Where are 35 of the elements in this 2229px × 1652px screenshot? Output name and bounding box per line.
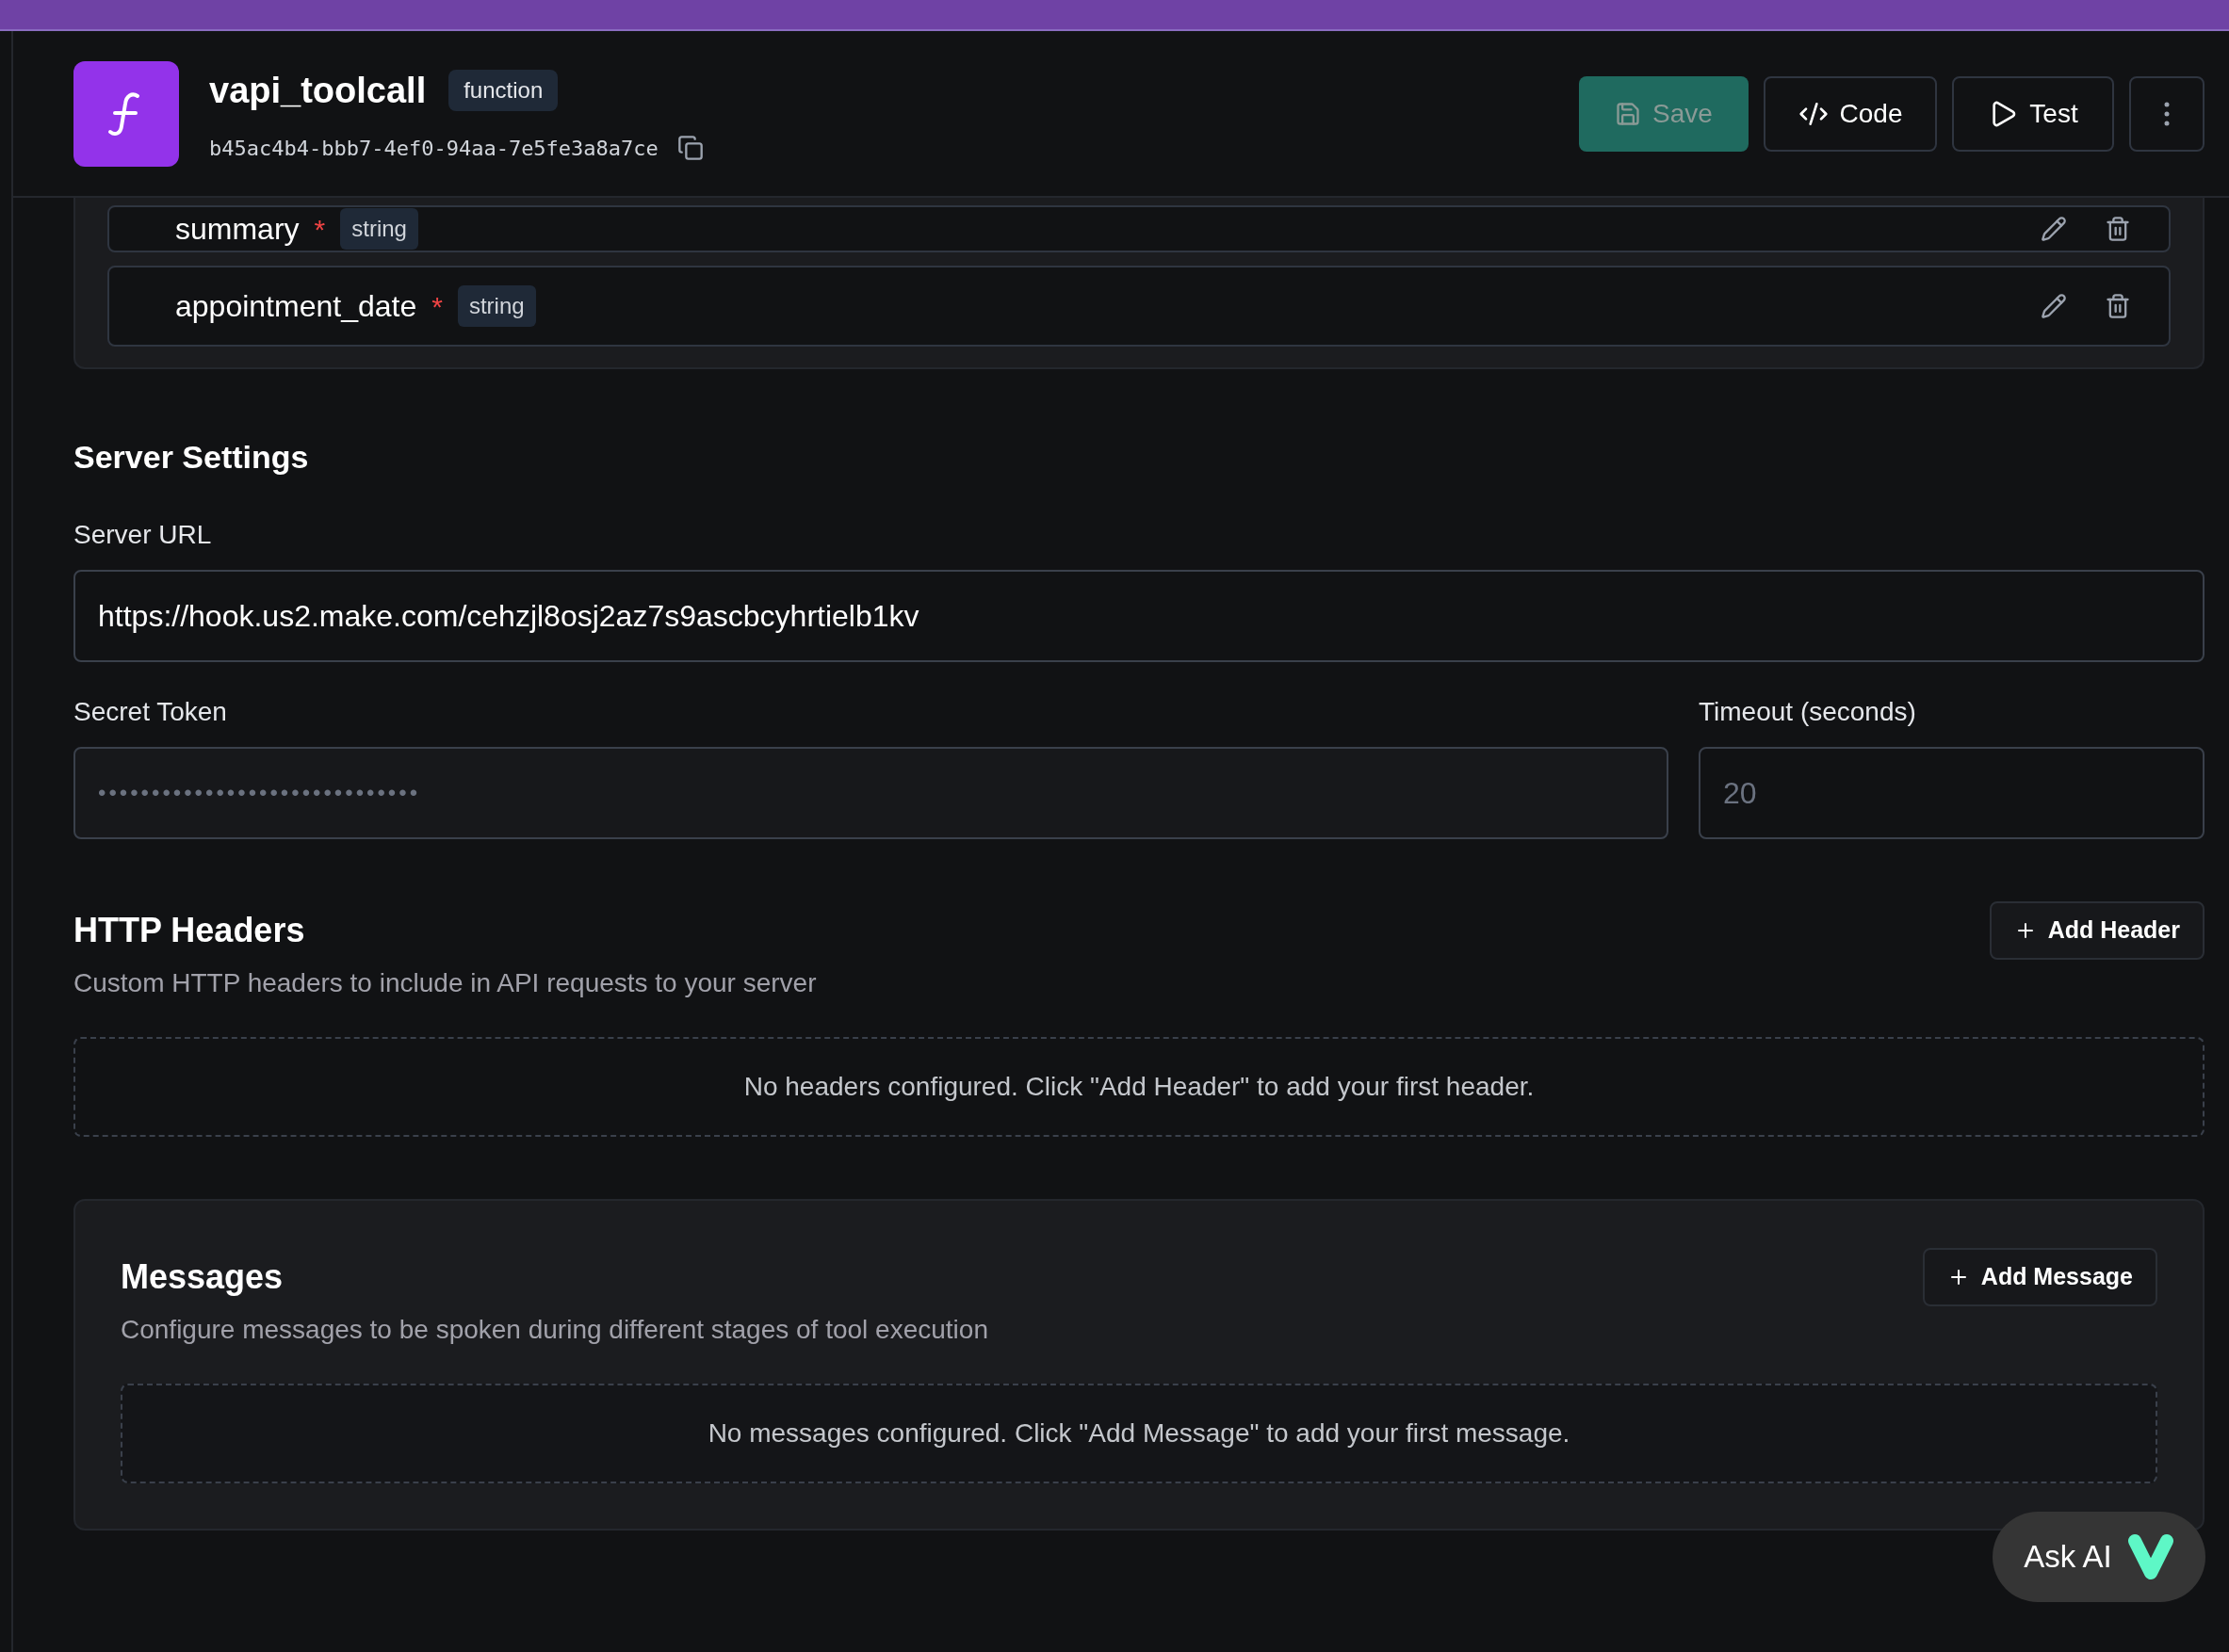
- more-icon: [2164, 101, 2170, 126]
- section-title: HTTP Headers: [73, 910, 305, 951]
- v-logo-icon: [2126, 1533, 2174, 1580]
- empty-message: No messages configured. Click "Add Message" to add your first message.: [708, 1417, 1570, 1450]
- required-mark: *: [431, 289, 443, 324]
- copy-icon[interactable]: [676, 135, 704, 161]
- section-title: Server Settings: [73, 438, 310, 477]
- type-tag: string: [457, 285, 536, 327]
- add-header-button[interactable]: Add Header: [1989, 901, 2205, 960]
- empty-message: No headers configured. Click "Add Header" to add your first header.: [743, 1071, 1535, 1103]
- type-tag: function: [448, 70, 559, 111]
- parameter-name: summary: [175, 211, 300, 248]
- timeout-field[interactable]: 20: [1699, 747, 2205, 839]
- section-title: Messages: [121, 1256, 284, 1298]
- code-button[interactable]: Code: [1764, 75, 1937, 152]
- delete-icon[interactable]: [2105, 216, 2131, 242]
- section-description: Configure messages to be spoken during different stages of tool execution: [121, 1314, 989, 1346]
- parameter-name: appointment_date: [175, 288, 417, 325]
- field-label: Server URL: [73, 519, 213, 551]
- edit-icon[interactable]: [2041, 293, 2067, 319]
- field-label: Secret Token: [73, 696, 228, 728]
- tool-id: b45ac4b4-bbb7-4ef0-94aa-7e5fe3a8a7ce: [209, 135, 659, 162]
- secret-token-field[interactable]: ••••••••••••••••••••••••••••••: [73, 747, 1668, 839]
- edit-icon[interactable]: [2041, 216, 2067, 242]
- required-mark: *: [314, 212, 326, 247]
- tool-name: vapi_toolcall: [209, 69, 427, 112]
- test-button[interactable]: Test: [1952, 75, 2114, 152]
- save-icon: [1615, 100, 1642, 127]
- type-tag: string: [340, 208, 418, 250]
- field-label: Timeout (seconds): [1699, 696, 1917, 728]
- ask-ai-button[interactable]: Ask AI: [1993, 1512, 2205, 1602]
- section-description: Custom HTTP headers to include in API requests to your server: [73, 967, 818, 999]
- server-url-field[interactable]: https://hook.us2.make.com/cehzjl8osj2az7s9ascbcyhrtielb1kv: [73, 570, 2205, 662]
- delete-icon[interactable]: [2105, 293, 2131, 319]
- add-message-button[interactable]: Add Message: [1922, 1248, 2157, 1306]
